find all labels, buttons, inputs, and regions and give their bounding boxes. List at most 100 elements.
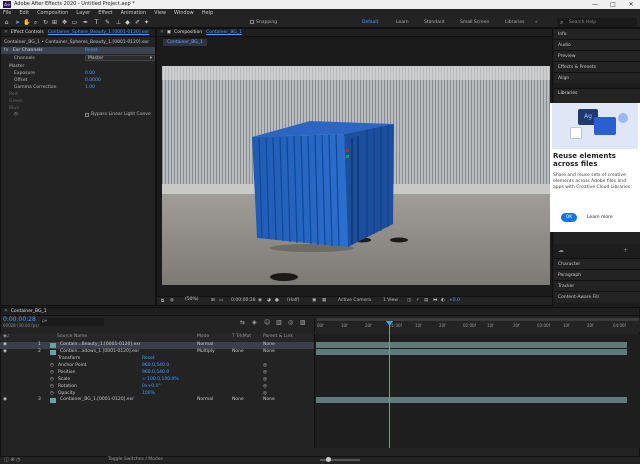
pan-behind-tool-icon[interactable]: ✥ [61, 19, 68, 26]
property-value[interactable]: 960.0,540.0 [142, 363, 169, 368]
red-section-label[interactable]: Red [9, 92, 18, 97]
snapping-checkbox[interactable] [250, 20, 254, 24]
workspace-default[interactable]: Default [362, 20, 378, 25]
transform-label[interactable]: Transform [58, 356, 80, 361]
grid-icon[interactable]: ⊞ [211, 298, 215, 303]
property-value[interactable]: 100% [142, 391, 155, 396]
pixel-aspect-icon[interactable]: ◫ [407, 298, 411, 303]
lock-icon[interactable]: ▣ [167, 30, 171, 35]
property-row[interactable]: ◷ Anchor Point 960.0,540.0 ◎ [0, 363, 314, 370]
viewer-timecode[interactable]: 0:00:00:28 [231, 298, 256, 303]
layer-trkmat[interactable]: None [232, 349, 244, 354]
menu-view[interactable]: View [154, 10, 166, 16]
property-row[interactable]: ◷ Rotation 0x+0.0° ◎ [0, 384, 314, 391]
timeline-icon[interactable]: ▤ [424, 298, 428, 303]
clone-stamp-tool-icon[interactable]: ⊥ [115, 19, 122, 26]
menu-file[interactable]: File [3, 10, 11, 16]
stopwatch-icon[interactable]: ◷ [50, 363, 54, 368]
layer-parent[interactable]: None [263, 342, 275, 347]
add-icon[interactable]: + [623, 247, 628, 254]
cloud-icon[interactable]: ☁ [558, 247, 564, 254]
exposure-value[interactable]: 0.00 [85, 71, 95, 76]
layer-2-duration-bar[interactable] [316, 349, 627, 355]
shy-icon[interactable]: ☺ [264, 319, 270, 326]
layer-trkmat[interactable]: None [232, 397, 244, 402]
flowchart-icon[interactable]: ⧓ [433, 298, 438, 303]
type-tool-icon[interactable]: T [93, 19, 100, 26]
workspace-standard[interactable]: Standard [424, 20, 444, 25]
stopwatch-icon[interactable]: ◷ [50, 384, 54, 389]
layer-3-duration-bar[interactable] [316, 397, 627, 403]
transform-reset-link[interactable]: Reset [142, 356, 155, 361]
comp-flowchart-icon[interactable]: ⇆ [240, 319, 245, 326]
resolution-dropdown[interactable]: (Half) [287, 298, 300, 303]
workspace-small-screen[interactable]: Small Screen [460, 20, 489, 25]
timeline-search-input[interactable]: ρ▾ [40, 318, 104, 326]
align-panel[interactable]: Align [554, 72, 640, 83]
property-value[interactable]: ∞ 100.0,100.0% [142, 377, 179, 382]
hand-tool-icon[interactable]: ✋ [23, 19, 30, 26]
minimize-button[interactable]: — [586, 0, 604, 9]
property-value[interactable]: 0x+0.0° [142, 384, 161, 389]
expression-pickwhip-icon[interactable]: ◎ [263, 384, 267, 389]
layer-row-2[interactable]: ◉ 2 Contain...adows_1.[0001-0120].exr Mu… [0, 349, 314, 356]
layer-label-color[interactable] [50, 398, 56, 403]
property-value[interactable]: 960.0,540.0 [142, 370, 169, 375]
paragraph-panel[interactable]: Paragraph [554, 269, 640, 280]
timeline-timecode[interactable]: 0:00:00:28 [3, 316, 36, 323]
rectangle-tool-icon[interactable]: ▭ [71, 19, 78, 26]
work-area-bar[interactable] [317, 318, 639, 321]
ok-button[interactable]: OK [561, 213, 577, 222]
expression-pickwhip-icon[interactable]: ◎ [263, 377, 267, 382]
master-section-label[interactable]: Master [9, 64, 24, 69]
menu-window[interactable]: Window [174, 10, 194, 16]
close-tab-icon[interactable]: ✕ [160, 30, 164, 35]
menu-edit[interactable]: Edit [19, 10, 29, 16]
timeline-tab-name[interactable]: Container_BG_1 [11, 309, 47, 314]
stopwatch-icon[interactable]: ◷ [50, 377, 54, 382]
color-channels-icon[interactable]: ● [275, 298, 279, 303]
frame-blending-icon[interactable]: ▥ [276, 319, 282, 326]
stopwatch-icon[interactable]: ◷ [50, 370, 54, 375]
stopwatch-icon[interactable]: ◷ [50, 391, 54, 396]
gamma-value[interactable]: 1.00 [85, 85, 95, 90]
visibility-icon[interactable]: ◉ [3, 397, 7, 402]
info-panel[interactable]: Info [554, 28, 640, 39]
roto-brush-tool-icon[interactable]: ✐ [134, 19, 141, 26]
close-button[interactable]: ✕ [622, 0, 640, 9]
menu-composition[interactable]: Composition [37, 10, 68, 16]
pen-tool-icon[interactable]: ✒ [82, 19, 89, 26]
zoom-tool-icon[interactable]: ⌕ [32, 19, 39, 26]
channels-dropdown[interactable]: Master ▾ [85, 55, 155, 61]
toggle-switches-modes[interactable]: Toggle Switches / Modes [108, 457, 163, 462]
fast-preview-icon[interactable]: ⚡ [416, 298, 419, 303]
layer-1-duration-bar[interactable] [316, 342, 627, 348]
workspace-more-icon[interactable]: » [535, 20, 538, 25]
exposure-icon[interactable]: ◐ [441, 298, 445, 303]
blue-section-label[interactable]: Blue [9, 106, 19, 111]
layer-mode[interactable]: Multiply [197, 349, 215, 354]
layer-name[interactable]: Container_BG_1.[0001-0120].exr [60, 397, 134, 402]
zoom-dropdown[interactable]: (50%) [183, 297, 207, 303]
composition-sub-tab[interactable]: Container_BG_1 [163, 39, 207, 46]
effect-controls-tab-label[interactable]: Effect Controls [11, 30, 44, 35]
tracker-panel[interactable]: Tracker [554, 280, 640, 291]
layer-name[interactable]: Contain...Beauty_1.[0001-0120].exr [60, 342, 141, 347]
search-help-input[interactable]: Search Help [557, 18, 637, 27]
roi-icon[interactable]: ▣ [312, 298, 316, 303]
layer-label-color[interactable] [50, 350, 56, 355]
preview-panel[interactable]: Preview [554, 50, 640, 61]
menu-layer[interactable]: Layer [76, 10, 90, 16]
menu-help[interactable]: Help [202, 10, 213, 16]
offset-value[interactable]: 0.0000 [85, 78, 101, 83]
workspace-libraries[interactable]: Libraries [505, 20, 524, 25]
transform-group[interactable]: Transform Reset [0, 356, 314, 363]
workspace-learn[interactable]: Learn [396, 20, 409, 25]
layer-parent[interactable]: None [263, 349, 275, 354]
eraser-tool-icon[interactable]: ◆ [124, 19, 131, 26]
expression-pickwhip-icon[interactable]: ◎ [263, 391, 267, 396]
close-tab-icon[interactable]: ✕ [4, 309, 8, 314]
region-icon[interactable]: ▭ [219, 298, 223, 303]
layer-row-1[interactable]: ◉ 1 Contain...Beauty_1.[0001-0120].exr N… [0, 342, 314, 349]
view-layout-dropdown[interactable]: 1 View [383, 298, 398, 303]
